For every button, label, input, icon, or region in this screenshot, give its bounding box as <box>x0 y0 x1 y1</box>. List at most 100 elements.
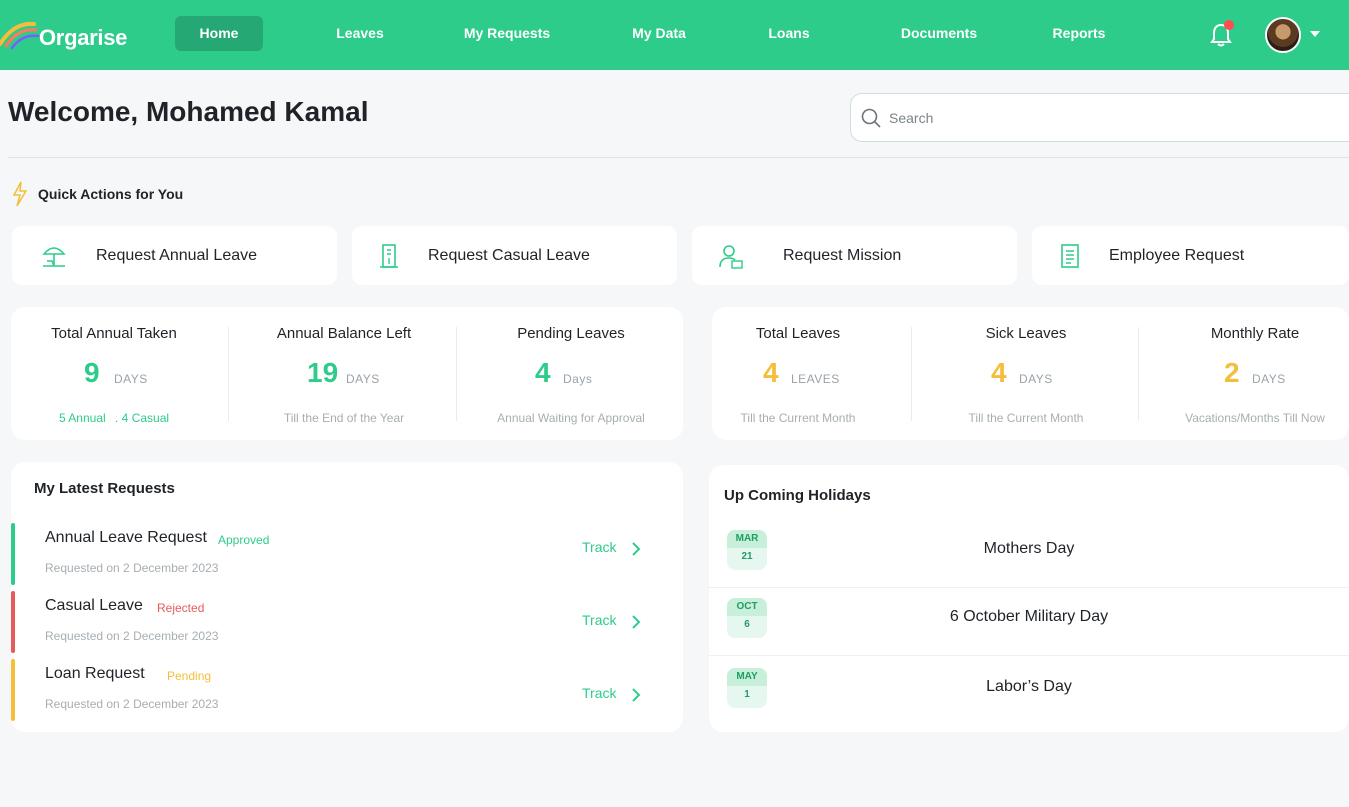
stat-title: Total Annual Taken <box>51 325 177 342</box>
stat-value: 2 <box>1224 357 1240 388</box>
holiday-name: Labor’s Day <box>986 678 1072 695</box>
request-date: Requested on 2 December 2023 <box>45 561 219 575</box>
stat-total-leaves: Total Leaves 4 LEAVES Till the Current M… <box>712 307 884 441</box>
stat-subtitle: Till the Current Month <box>740 411 856 425</box>
stat-value: 4 <box>991 357 1007 388</box>
status-badge: Approved <box>218 533 270 547</box>
stat-separator <box>1138 327 1139 421</box>
chevron-right-icon[interactable] <box>631 542 641 556</box>
holiday-name: 6 October Military Day <box>949 608 1109 625</box>
stat-unit: Days <box>563 372 593 386</box>
quick-action-label: Request Mission <box>783 247 902 264</box>
nav-reports[interactable]: Reports <box>1041 16 1117 51</box>
header-divider <box>8 157 1349 158</box>
stat-subtitle: Annual Waiting for Approval <box>497 411 645 425</box>
stat-unit: DAYS <box>1019 372 1053 386</box>
stat-pending-leaves: Pending Leaves 4 Days Annual Waiting for… <box>463 307 679 441</box>
stat-unit: DAYS <box>1252 372 1286 386</box>
stat-subtitle: 5 Annual . 4 Casual <box>11 411 217 425</box>
latest-requests-title: My Latest Requests <box>34 480 175 497</box>
stat-subtitle: Till the Current Month <box>968 411 1084 425</box>
nav-leaves[interactable]: Leaves <box>320 16 400 51</box>
request-name: Loan Request <box>45 665 145 682</box>
nav-my-data[interactable]: My Data <box>614 16 704 51</box>
request-date: Requested on 2 December 2023 <box>45 697 219 711</box>
stat-total-annual-taken: Total Annual Taken 9 DAYS 5 Annual . 4 C… <box>11 307 217 441</box>
list-item: OCT 6 6 October Military Day <box>709 588 1349 656</box>
list-item: Casual Leave Rejected Requested on 2 Dec… <box>11 591 681 653</box>
stat-title: Sick Leaves <box>985 325 1067 342</box>
stat-value: 4 <box>535 357 551 388</box>
request-mission-button[interactable]: Request Mission <box>692 226 1017 285</box>
nav-home[interactable]: Home <box>175 16 263 51</box>
latest-requests-card: My Latest Requests Annual Leave Request … <box>11 462 683 732</box>
stat-unit: DAYS <box>346 372 380 386</box>
stat-value: 19 <box>307 357 339 388</box>
stat-separator <box>911 327 912 421</box>
document-icon <box>1061 244 1079 268</box>
leave-stats-panel: Total Annual Taken 9 DAYS 5 Annual . 4 C… <box>11 307 683 440</box>
stat-subtitle: Till the End of the Year <box>283 411 405 425</box>
quick-action-label: Request Casual Leave <box>428 247 590 264</box>
app-name[interactable]: Orgarise <box>39 25 127 51</box>
quick-actions-title: Quick Actions for You <box>38 186 184 202</box>
annual-count: 5 Annual <box>58 411 106 425</box>
status-badge: Pending <box>167 669 212 683</box>
status-indicator <box>11 523 15 585</box>
chevron-down-icon[interactable] <box>1310 31 1320 37</box>
quick-action-label: Employee Request <box>1109 247 1245 264</box>
chevron-right-icon[interactable] <box>631 615 641 629</box>
stat-subtitle: Vacations/Months Till Now <box>1185 411 1325 425</box>
status-indicator <box>11 591 15 653</box>
leave-rate-panel: Total Leaves 4 LEAVES Till the Current M… <box>712 307 1349 440</box>
request-annual-leave-button[interactable]: Request Annual Leave <box>12 226 337 285</box>
list-item: Annual Leave Request Approved Requested … <box>11 523 681 585</box>
stat-separator <box>456 327 457 421</box>
employee-request-button[interactable]: Employee Request <box>1032 226 1349 285</box>
stat-annual-balance-left: Annual Balance Left 19 DAYS Till the End… <box>239 307 449 441</box>
door-icon <box>380 244 398 268</box>
stat-value: 4 <box>763 357 779 388</box>
upcoming-holidays-title: Up Coming Holidays <box>724 487 871 504</box>
status-badge: Rejected <box>157 601 205 615</box>
track-link[interactable]: Track <box>582 539 616 555</box>
nav-loans[interactable]: Loans <box>754 16 824 51</box>
nav-documents[interactable]: Documents <box>889 16 989 51</box>
stat-title: Monthly Rate <box>1210 325 1300 342</box>
search-icon <box>861 108 881 128</box>
top-navigation-bar: Orgarise Home Leaves My Requests My Data… <box>0 0 1349 70</box>
quick-action-label: Request Annual Leave <box>96 247 258 264</box>
track-link[interactable]: Track <box>582 685 616 701</box>
stat-title: Total Leaves <box>755 325 841 342</box>
page-title: Welcome, Mohamed Kamal <box>8 96 369 127</box>
search-input[interactable] <box>889 106 1289 130</box>
request-name: Annual Leave Request <box>45 529 207 546</box>
stat-monthly-rate: Monthly Rate 2 DAYS Vacations/Months Til… <box>1170 307 1340 441</box>
list-item: MAY 1 Labor’s Day <box>709 658 1349 726</box>
search-box[interactable] <box>850 93 1349 142</box>
chevron-right-icon[interactable] <box>631 688 641 702</box>
beach-umbrella-icon <box>42 247 66 267</box>
notification-dot <box>1224 20 1234 30</box>
request-name: Casual Leave <box>45 597 143 614</box>
list-item: Loan Request Pending Requested on 2 Dece… <box>11 659 681 721</box>
nav-my-requests[interactable]: My Requests <box>452 16 562 51</box>
list-item: MAR 21 Mothers Day <box>709 520 1349 588</box>
stat-title: Annual Balance Left <box>276 325 412 342</box>
stat-unit: DAYS <box>114 372 148 386</box>
stat-unit: LEAVES <box>791 372 840 386</box>
lightning-icon <box>12 181 28 207</box>
avatar[interactable] <box>1265 17 1301 53</box>
stat-separator <box>228 327 229 421</box>
request-casual-leave-button[interactable]: Request Casual Leave <box>352 226 677 285</box>
status-indicator <box>11 659 15 721</box>
stat-title: Pending Leaves <box>517 325 625 342</box>
track-link[interactable]: Track <box>582 612 616 628</box>
holiday-name: Mothers Day <box>983 540 1075 557</box>
casual-count: . 4 Casual <box>115 411 170 425</box>
upcoming-holidays-card: Up Coming Holidays MAR 21 Mothers Day OC… <box>709 465 1349 732</box>
stat-sick-leaves: Sick Leaves 4 DAYS Till the Current Mont… <box>940 307 1112 441</box>
user-briefcase-icon <box>719 245 743 269</box>
stat-value: 9 <box>84 357 100 388</box>
request-date: Requested on 2 December 2023 <box>45 629 219 643</box>
